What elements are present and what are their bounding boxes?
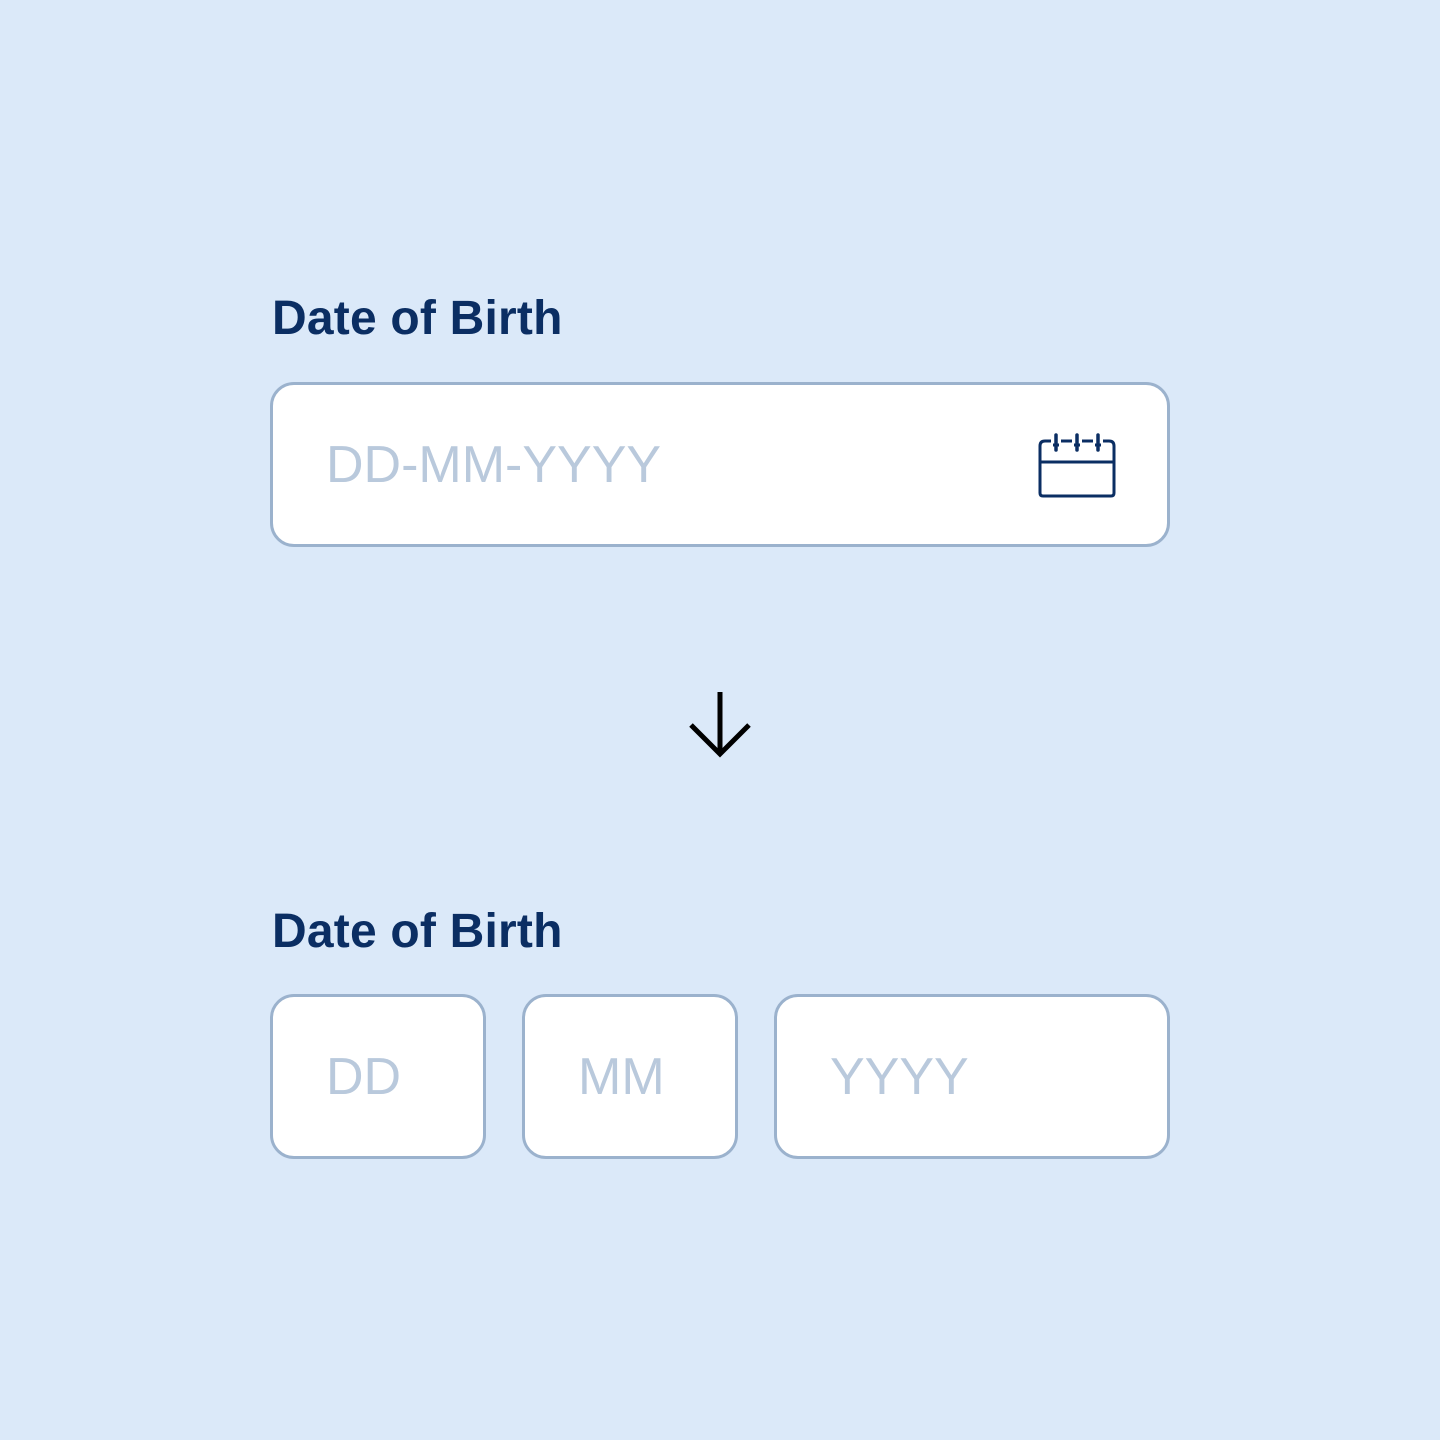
single-date-field[interactable]: [270, 382, 1170, 547]
single-date-label: Date of Birth: [272, 292, 563, 345]
calendar-button[interactable]: [1037, 430, 1117, 502]
calendar-icon: [1038, 433, 1116, 498]
arrow-down-icon: [689, 692, 751, 758]
transition-arrow: [688, 690, 752, 760]
split-date-label: Date of Birth: [272, 905, 563, 958]
year-field[interactable]: [774, 994, 1170, 1159]
day-input[interactable]: [273, 997, 483, 1156]
month-field[interactable]: [522, 994, 738, 1159]
single-date-input[interactable]: [273, 385, 1167, 544]
date-of-birth-comparison: Date of Birth DD-MM-YYYY Date of Birth D…: [0, 0, 1440, 1440]
year-input[interactable]: [777, 997, 1167, 1156]
month-input[interactable]: [525, 997, 735, 1156]
day-field[interactable]: [270, 994, 486, 1159]
